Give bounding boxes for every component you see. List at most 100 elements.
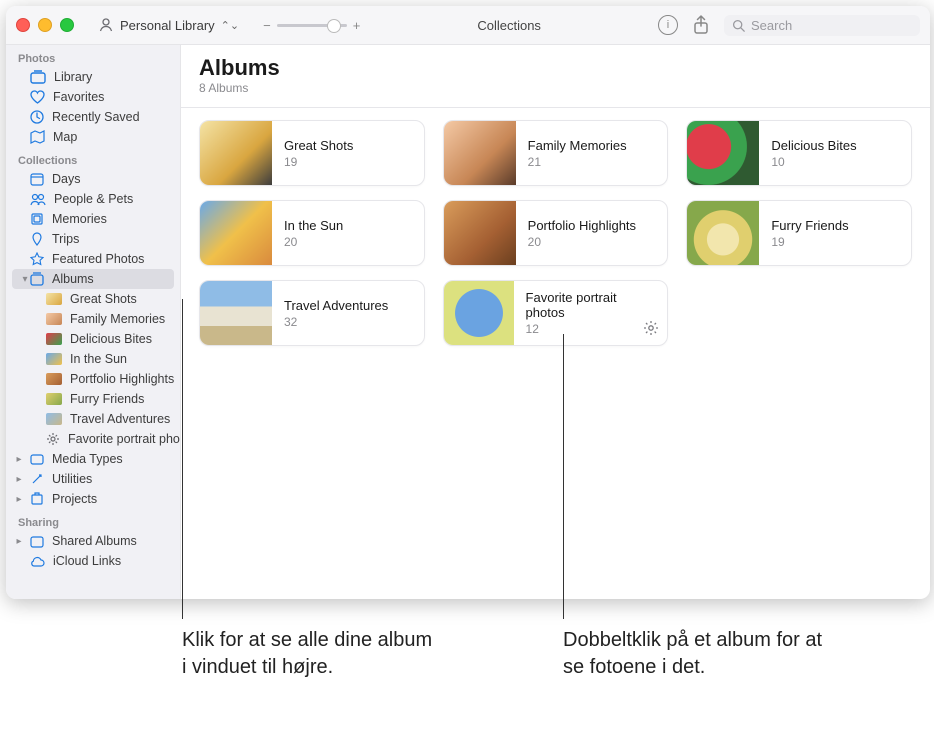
sidebar-item-label: Library (54, 70, 92, 84)
search-field[interactable]: Search (724, 15, 920, 36)
album-count: 10 (771, 155, 856, 169)
library-icon (30, 70, 46, 84)
zoom-window-button[interactable] (60, 18, 74, 32)
zoom-slider-knob[interactable] (327, 19, 341, 33)
album-card[interactable]: Furry Friends19 (686, 200, 912, 266)
sidebar-item-label: Travel Adventures (70, 412, 170, 426)
sidebar-item-label: Portfolio Highlights (70, 372, 174, 386)
people-icon (30, 192, 46, 206)
sidebar-album-favorite-portrait[interactable]: Favorite portrait photos (6, 429, 180, 449)
album-name: Portfolio Highlights (528, 218, 636, 233)
chevron-right-icon[interactable]: ▸ (14, 474, 24, 485)
album-card[interactable]: Portfolio Highlights20 (443, 200, 669, 266)
sidebar-item-label: Delicious Bites (70, 332, 152, 346)
sidebar-item-people-pets[interactable]: People & Pets (6, 189, 180, 209)
callout-leader-line (182, 299, 183, 619)
calendar-icon (30, 172, 44, 186)
sidebar-item-icloud-links[interactable]: iCloud Links (6, 551, 180, 571)
album-thumbnail (200, 201, 272, 265)
pin-icon (30, 232, 44, 246)
gear-icon (46, 432, 60, 446)
album-card[interactable]: Travel Adventures32 (199, 280, 425, 346)
sidebar-item-label: People & Pets (54, 192, 133, 206)
toolbar-right: i Search (658, 15, 920, 36)
zoom-slider-track[interactable] (277, 24, 347, 27)
sidebar-item-map[interactable]: Map (6, 127, 180, 147)
album-count: 12 (526, 322, 656, 336)
album-thumbnail (444, 121, 516, 185)
album-thumbnail (444, 201, 516, 265)
sidebar-album-furry-friends[interactable]: Furry Friends (6, 389, 180, 409)
sidebar-album-delicious-bites[interactable]: Delicious Bites (6, 329, 180, 349)
sidebar-item-label: Recently Saved (52, 110, 140, 124)
album-card[interactable]: Family Memories21 (443, 120, 669, 186)
chevron-right-icon[interactable]: ▸ (14, 536, 24, 547)
album-card[interactable]: Favorite portrait photos12 (443, 280, 669, 346)
album-card[interactable]: Great Shots19 (199, 120, 425, 186)
sidebar-item-recently-saved[interactable]: Recently Saved (6, 107, 180, 127)
album-card[interactable]: Delicious Bites10 (686, 120, 912, 186)
zoom-in-icon[interactable]: + (353, 18, 361, 33)
close-window-button[interactable] (16, 18, 30, 32)
cloud-icon (30, 555, 45, 567)
sidebar-album-in-the-sun[interactable]: In the Sun (6, 349, 180, 369)
sidebar-item-library[interactable]: Library (6, 67, 180, 87)
library-picker[interactable]: Personal Library ⌃⌄ (92, 14, 245, 36)
sidebar-item-label: Favorites (53, 90, 104, 104)
sidebar-album-portfolio-highlights[interactable]: Portfolio Highlights (6, 369, 180, 389)
sidebar-item-featured-photos[interactable]: Featured Photos (6, 249, 180, 269)
chevron-down-icon[interactable]: ▾ (20, 274, 30, 285)
sidebar-item-favorites[interactable]: Favorites (6, 87, 180, 107)
chevron-right-icon[interactable]: ▸ (14, 494, 24, 505)
album-thumbnail (687, 201, 759, 265)
chevron-right-icon[interactable]: ▸ (14, 454, 24, 465)
sidebar-item-trips[interactable]: Trips (6, 229, 180, 249)
sidebar-item-utilities[interactable]: ▸ Utilities (6, 469, 180, 489)
clock-icon (30, 110, 44, 124)
sidebar-item-label: Memories (52, 212, 107, 226)
sidebar-album-great-shots[interactable]: Great Shots (6, 289, 180, 309)
album-count: 20 (284, 235, 343, 249)
callout-text-left: Klik for at se alle dine album i vinduet… (182, 627, 442, 681)
album-count: 19 (771, 235, 848, 249)
sidebar-item-label: Days (52, 172, 80, 186)
sidebar-section-sharing: Sharing (6, 509, 180, 531)
sidebar-section-photos: Photos (6, 45, 180, 67)
sidebar-item-shared-albums[interactable]: ▸ Shared Albums (6, 531, 180, 551)
sidebar-item-label: Furry Friends (70, 392, 144, 406)
sidebar-item-label: In the Sun (70, 352, 127, 366)
sidebar-item-projects[interactable]: ▸ Projects (6, 489, 180, 509)
album-thumb-icon (46, 413, 62, 425)
info-button[interactable]: i (658, 15, 678, 35)
sidebar-item-media-types[interactable]: ▸ Media Types (6, 449, 180, 469)
page-title: Albums (199, 55, 912, 81)
sidebar-item-albums[interactable]: ▾ Albums (12, 269, 174, 289)
sidebar-item-label: Media Types (52, 452, 123, 466)
share-button[interactable] (692, 15, 710, 35)
sidebar-item-label: Featured Photos (52, 252, 144, 266)
sidebar-item-memories[interactable]: Memories (6, 209, 180, 229)
minimize-window-button[interactable] (38, 18, 52, 32)
callout-leader-line (563, 334, 564, 619)
sidebar-item-label: iCloud Links (53, 554, 121, 568)
album-thumbnail (200, 121, 272, 185)
sidebar-item-days[interactable]: Days (6, 169, 180, 189)
album-thumb-icon (46, 333, 62, 345)
album-card[interactable]: In the Sun20 (199, 200, 425, 266)
sidebar-album-family-memories[interactable]: Family Memories (6, 309, 180, 329)
album-thumbnail (687, 121, 759, 185)
sidebar-item-label: Shared Albums (52, 534, 137, 548)
divider (181, 107, 930, 108)
smart-album-gear-icon (643, 320, 659, 339)
sidebar-item-label: Family Memories (70, 312, 165, 326)
zoom-out-icon[interactable]: − (263, 18, 271, 33)
album-name: Family Memories (528, 138, 627, 153)
album-thumb-icon (46, 293, 62, 305)
album-thumb-icon (46, 313, 62, 325)
shared-icon (30, 534, 44, 548)
heart-icon (30, 90, 45, 104)
sidebar: Photos Library Favorites Recently Saved … (6, 45, 181, 599)
thumbnail-zoom-control[interactable]: − + (263, 18, 360, 33)
sidebar-album-travel-adventures[interactable]: Travel Adventures (6, 409, 180, 429)
window-body: Photos Library Favorites Recently Saved … (6, 45, 930, 599)
